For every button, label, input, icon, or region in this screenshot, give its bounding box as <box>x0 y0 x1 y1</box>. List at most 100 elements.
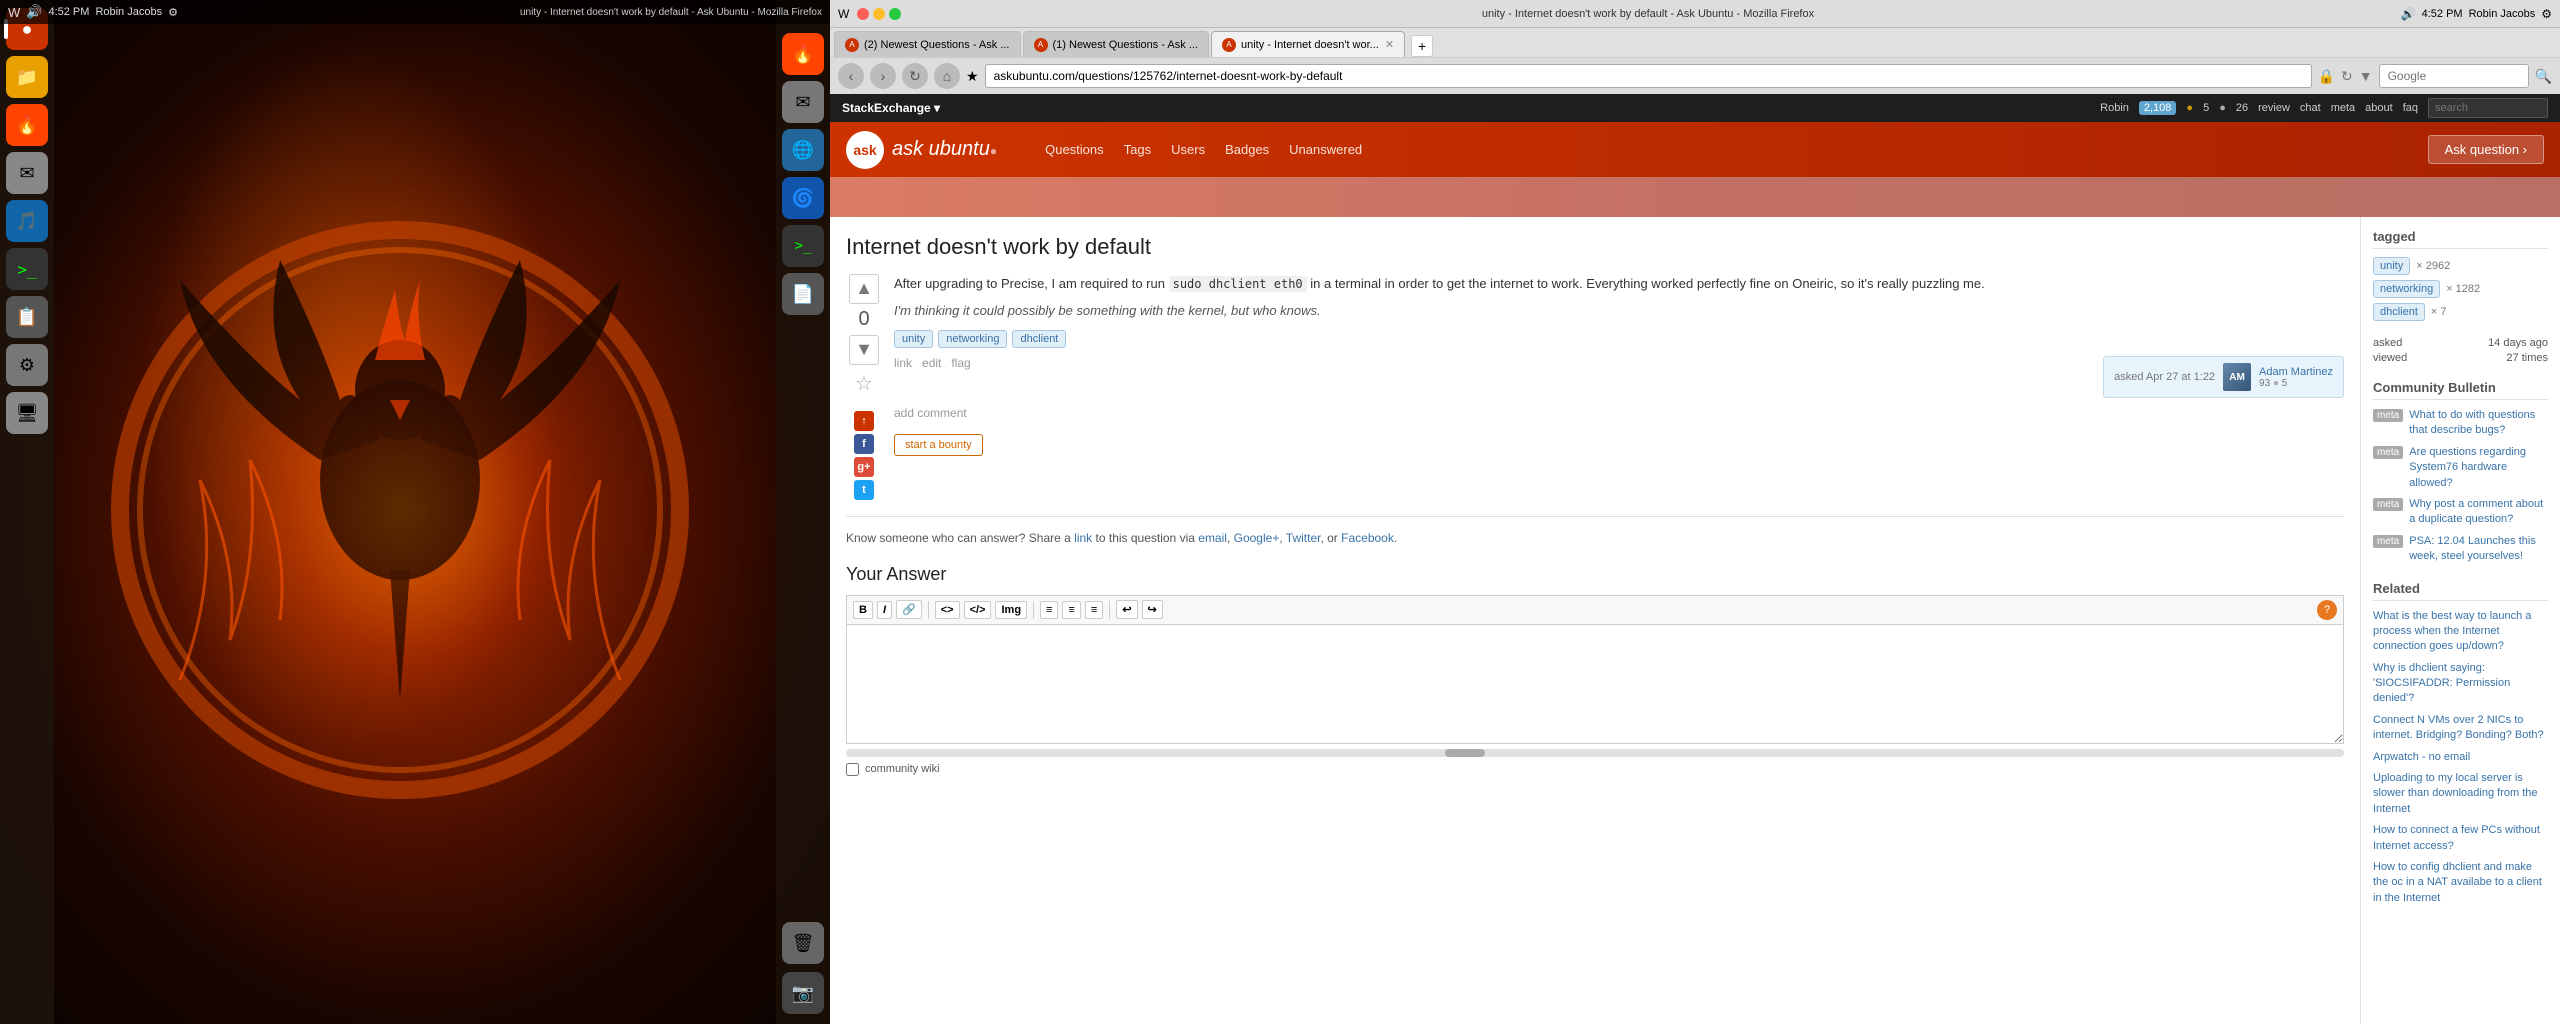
dock-item-terminal[interactable]: >_ <box>6 248 48 290</box>
related-item-4[interactable]: Arpwatch - no email <box>2373 750 2548 765</box>
minimize-window-btn[interactable] <box>873 8 885 20</box>
editor-scrollbar[interactable] <box>846 749 2344 757</box>
se-brand[interactable]: StackExchange ▾ <box>842 101 940 115</box>
refresh-btn[interactable]: ↻ <box>902 63 928 89</box>
share-googleplus-link[interactable]: Google+ <box>1234 531 1280 545</box>
dock-item-files2[interactable]: 🖥 <box>6 392 48 434</box>
undo-btn[interactable]: ↩ <box>1116 600 1137 619</box>
tag-unity[interactable]: unity <box>894 330 933 348</box>
share-twitter-link[interactable]: Twitter <box>1286 531 1321 545</box>
image-btn[interactable]: Img <box>995 601 1027 619</box>
link-btn[interactable]: 🔗 <box>896 600 922 619</box>
answer-textarea[interactable] <box>846 624 2344 744</box>
code-block-btn[interactable]: </> <box>964 601 992 619</box>
upvote-btn[interactable]: ▲ <box>849 274 879 304</box>
tag-networking[interactable]: networking <box>938 330 1007 348</box>
dock-item-files[interactable]: 📁 <box>6 56 48 98</box>
browser-tab-3[interactable]: A unity - Internet doesn't wor... ✕ <box>1211 31 1405 57</box>
related-item-7[interactable]: How to config dhclient and make the oc i… <box>2373 860 2548 906</box>
au-nav-tags[interactable]: Tags <box>1116 138 1159 161</box>
browser-tab-1[interactable]: A (2) Newest Questions - Ask ... <box>834 31 1021 57</box>
start-bounty-btn[interactable]: start a bounty <box>894 428 2344 456</box>
share-icon[interactable]: ↑ <box>854 411 874 431</box>
au-nav-users[interactable]: Users <box>1163 138 1213 161</box>
dock-item-rhythmbox[interactable]: 🎵 <box>6 200 48 242</box>
bulletin-link-4[interactable]: PSA: 12.04 Launches this week, steel you… <box>2409 534 2548 565</box>
dock-item-settings[interactable]: ⚙ <box>6 344 48 386</box>
flag-action[interactable]: flag <box>951 356 970 398</box>
back-btn[interactable]: ‹ <box>838 63 864 89</box>
search-icon[interactable]: 🔍 <box>2535 68 2552 85</box>
google-search-input[interactable] <box>2379 64 2529 88</box>
au-nav-unanswered[interactable]: Unanswered <box>1281 138 1370 161</box>
downvote-btn[interactable]: ▼ <box>849 335 879 365</box>
right-dock-trash[interactable]: 🗑 <box>782 922 824 964</box>
share-link-url[interactable]: link <box>1074 531 1092 545</box>
new-tab-btn[interactable]: + <box>1411 35 1433 57</box>
redo-btn[interactable]: ↪ <box>1142 600 1163 619</box>
browser-tab-2[interactable]: A (1) Newest Questions - Ask ... <box>1023 31 1210 57</box>
right-dock-files[interactable]: 📄 <box>782 273 824 315</box>
related-item-3[interactable]: Connect N VMs over 2 NICs to internet. B… <box>2373 713 2548 744</box>
se-chat-link[interactable]: chat <box>2300 102 2321 114</box>
add-comment-link[interactable]: add comment <box>894 406 2344 420</box>
dock-item-firefox[interactable]: 🔥 <box>6 104 48 146</box>
sidebar-tag-unity[interactable]: unity <box>2373 257 2410 275</box>
tab3-close-btn[interactable]: ✕ <box>1385 38 1394 51</box>
blockquote-btn[interactable]: ≡ <box>1085 601 1103 619</box>
editor-sep1 <box>928 601 929 619</box>
se-review-link[interactable]: review <box>2258 102 2290 114</box>
address-input[interactable] <box>985 64 2312 88</box>
link-action[interactable]: link <box>894 356 912 398</box>
sidebar-tag-dhclient[interactable]: dhclient <box>2373 303 2425 321</box>
related-item-1[interactable]: What is the best way to launch a process… <box>2373 609 2548 655</box>
sidebar-tag-networking[interactable]: networking <box>2373 280 2440 298</box>
favorite-btn[interactable]: ☆ <box>849 369 879 399</box>
ul-btn[interactable]: ≡ <box>1062 601 1080 619</box>
related-item-6[interactable]: How to connect a few PCs without Interne… <box>2373 823 2548 854</box>
right-dock-email[interactable]: ✉ <box>782 81 824 123</box>
bookmark-icon[interactable]: ★ <box>966 68 979 85</box>
dock-item-clipboard[interactable]: 📋 <box>6 296 48 338</box>
user-name[interactable]: Adam Martinez <box>2259 366 2333 378</box>
close-window-btn[interactable] <box>857 8 869 20</box>
ask-question-btn[interactable]: Ask question › <box>2428 135 2544 164</box>
au-nav-questions[interactable]: Questions <box>1037 138 1112 161</box>
code-btn[interactable]: <> <box>935 601 960 619</box>
twitter-icon[interactable]: t <box>854 480 874 500</box>
share-email-link[interactable]: email <box>1198 531 1227 545</box>
bulletin-link-1[interactable]: What to do with questions that describe … <box>2409 408 2548 439</box>
googleplus-icon[interactable]: g+ <box>854 457 874 477</box>
italic-btn[interactable]: I <box>877 601 892 619</box>
bold-btn[interactable]: B <box>853 601 873 619</box>
tag-dhclient[interactable]: dhclient <box>1012 330 1066 348</box>
community-wiki-checkbox[interactable] <box>846 763 859 776</box>
au-nav-badges[interactable]: Badges <box>1217 138 1277 161</box>
right-dock-globe2[interactable]: 🌀 <box>782 177 824 219</box>
edit-action[interactable]: edit <box>922 356 941 398</box>
forward-btn[interactable]: › <box>870 63 896 89</box>
bulletin-item-4: meta PSA: 12.04 Launches this week, stee… <box>2373 534 2548 565</box>
right-dock-globe[interactable]: 🌐 <box>782 129 824 171</box>
asked-row: asked 14 days ago <box>2373 337 2548 349</box>
se-search-input[interactable] <box>2428 98 2548 118</box>
right-dock-terminal[interactable]: >_ <box>782 225 824 267</box>
ol-btn[interactable]: ≡ <box>1040 601 1058 619</box>
dock-item-email[interactable]: ✉ <box>6 152 48 194</box>
related-item-5[interactable]: Uploading to my local server is slower t… <box>2373 771 2548 817</box>
se-faq-link[interactable]: faq <box>2403 102 2418 114</box>
share-facebook-link[interactable]: Facebook <box>1341 531 1394 545</box>
right-dock-firefox[interactable]: 🔥 <box>782 33 824 75</box>
home-btn[interactable]: ⌂ <box>934 63 960 89</box>
bulletin-link-3[interactable]: Why post a comment about a duplicate que… <box>2409 497 2548 528</box>
right-dock-cam[interactable]: 📷 <box>782 972 824 1014</box>
maximize-window-btn[interactable] <box>889 8 901 20</box>
refresh-icon2[interactable]: ↻ <box>2341 68 2353 85</box>
se-about-link[interactable]: about <box>2365 102 2393 114</box>
editor-help-icon[interactable]: ? <box>2317 600 2337 620</box>
bulletin-link-2[interactable]: Are questions regarding System76 hardwar… <box>2409 445 2548 491</box>
facebook-icon[interactable]: f <box>854 434 874 454</box>
related-item-2[interactable]: Why is dhclient saying: 'SIOCSIFADDR: Pe… <box>2373 661 2548 707</box>
se-meta-link[interactable]: meta <box>2331 102 2355 114</box>
dropdown-icon[interactable]: ▼ <box>2359 68 2373 84</box>
